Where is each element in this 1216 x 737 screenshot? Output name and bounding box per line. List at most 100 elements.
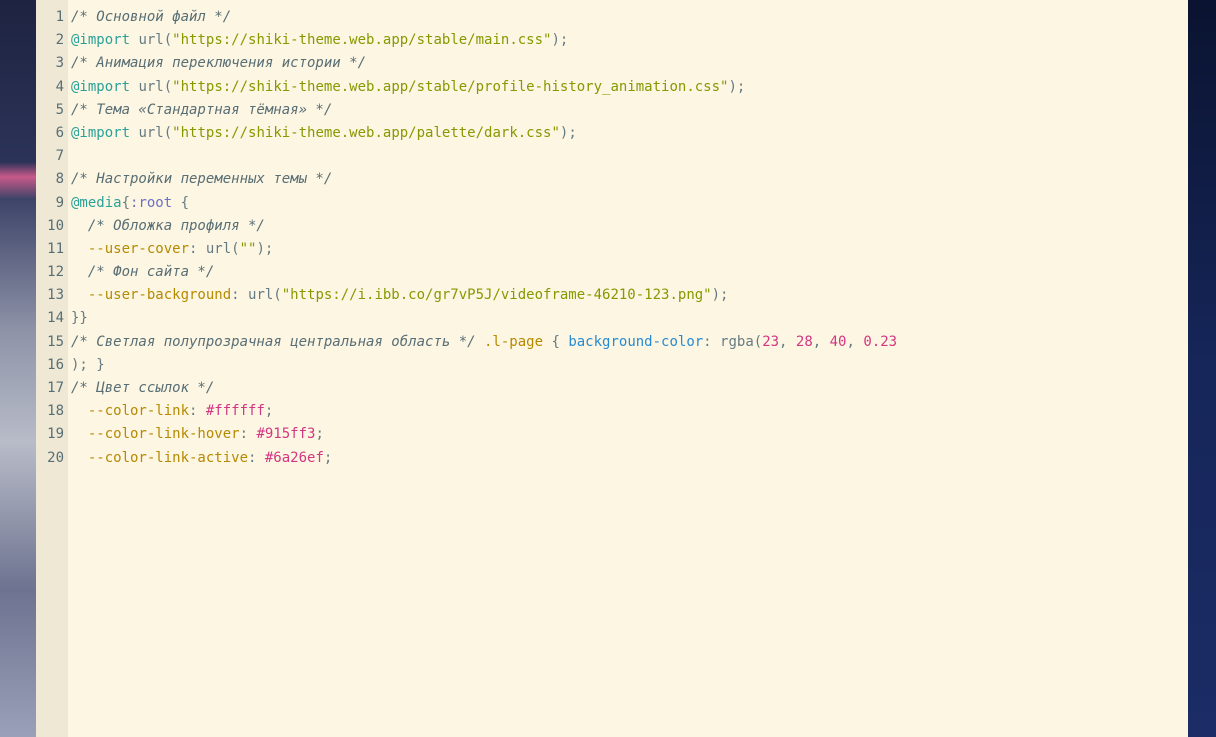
line-number: 18 (47, 403, 64, 420)
line-number: 5 (55, 101, 64, 118)
line-number: 12 (47, 264, 64, 281)
function: url( (248, 287, 282, 304)
css-variable: --color-link (87, 403, 190, 420)
code-line-6[interactable]: @import url("https://shiki-theme.web.app… (71, 122, 1188, 145)
punctuation: ); (711, 287, 729, 304)
line-number: 3 (55, 55, 64, 72)
code-line-2[interactable]: @import url("https://shiki-theme.web.app… (71, 29, 1188, 52)
number: 28 (795, 333, 813, 350)
line-number: 16 (47, 356, 64, 373)
at-rule: @import (71, 32, 131, 49)
punctuation: , (846, 333, 864, 350)
line-number: 17 (47, 380, 64, 396)
string: "https://shiki-theme.web.app/stable/prof… (172, 78, 729, 95)
punctuation: ; (323, 449, 333, 466)
css-variable: --user-background (87, 287, 232, 304)
function: url( (205, 240, 240, 257)
function: url( (130, 78, 173, 95)
punctuation: ); (551, 32, 569, 49)
selector: :root (130, 194, 173, 211)
code-line-16[interactable]: ); } (71, 354, 1188, 377)
number: 40 (829, 333, 847, 350)
punctuation: : (239, 426, 257, 443)
code-line-10[interactable]: /* Обложка профиля */ (71, 215, 1188, 238)
code-area[interactable]: /* Основной файл */ @import url("https:/… (68, 0, 1188, 737)
punctuation: : (703, 333, 721, 350)
hex-color: #6a26ef (264, 449, 324, 466)
line-number: 2 (55, 32, 64, 49)
code-line-12[interactable]: /* Фон сайта */ (71, 261, 1188, 284)
function: url( (130, 124, 173, 141)
code-line-18[interactable]: --color-link: #ffffff; (71, 400, 1188, 423)
property: background-color (568, 333, 704, 350)
code-line-13[interactable]: --user-background: url("https://i.ibb.co… (71, 284, 1188, 307)
line-number: 11 (47, 240, 64, 257)
punctuation: : (189, 403, 206, 420)
string: "https://shiki-theme.web.app/stable/main… (172, 32, 552, 49)
line-number: 1 (55, 9, 64, 25)
selector: .l-page (475, 333, 544, 350)
css-variable: --user-cover (87, 240, 190, 257)
punctuation: : (248, 449, 265, 466)
css-variable: --color-link-active (87, 449, 249, 466)
line-number: 6 (55, 124, 64, 141)
code-line-7[interactable] (71, 145, 1188, 168)
code-editor[interactable]: 1 2 3 4 5 6 7 8 9 10 11 12 13 14 15 16 1… (36, 0, 1188, 737)
code-line-20[interactable]: --color-link-active: #6a26ef; (71, 447, 1188, 470)
punctuation: ; (264, 403, 274, 420)
punctuation: : (231, 287, 249, 304)
punctuation: }} (71, 310, 88, 327)
line-number: 9 (55, 194, 64, 211)
at-rule: @import (71, 124, 131, 141)
background-left-strip (0, 0, 36, 737)
punctuation: ); (559, 124, 577, 141)
line-number: 19 (47, 426, 64, 443)
comment: /* Основной файл */ (71, 9, 232, 25)
background-right-strip (1188, 0, 1216, 737)
comment: /* Настройки переменных темы */ (71, 171, 333, 188)
comment: /* Цвет ссылок */ (71, 380, 215, 396)
comment: /* Тема «Стандартная тёмная» */ (71, 101, 333, 118)
code-line-15[interactable]: /* Светлая полупрозрачная центральная об… (71, 331, 1188, 354)
comment: /* Фон сайта */ (87, 264, 215, 281)
line-number: 10 (47, 217, 64, 234)
code-line-17[interactable]: /* Цвет ссылок */ (71, 377, 1188, 400)
line-number-gutter: 1 2 3 4 5 6 7 8 9 10 11 12 13 14 15 16 1… (36, 0, 68, 737)
line-number: 20 (47, 449, 64, 466)
string: "" (239, 240, 257, 257)
punctuation: : (189, 240, 206, 257)
number: 0.23 (863, 333, 898, 350)
at-rule: @media (71, 194, 122, 211)
at-rule: @import (71, 78, 131, 95)
hex-color: #ffffff (205, 403, 265, 420)
punctuation: { (121, 194, 131, 211)
css-variable: --color-link-hover (87, 426, 240, 443)
code-line-4[interactable]: @import url("https://shiki-theme.web.app… (71, 76, 1188, 99)
code-line-3[interactable]: /* Анимация переключения истории */ (71, 52, 1188, 75)
code-line-19[interactable]: --color-link-hover: #915ff3; (71, 423, 1188, 446)
code-line-9[interactable]: @media{:root { (71, 192, 1188, 215)
string: "https://i.ibb.co/gr7vP5J/videoframe-462… (281, 287, 712, 304)
string: "https://shiki-theme.web.app/palette/dar… (172, 124, 560, 141)
code-line-1[interactable]: /* Основной файл */ (71, 6, 1188, 29)
code-line-11[interactable]: --user-cover: url(""); (71, 238, 1188, 261)
function: url( (130, 32, 173, 49)
line-number: 15 (47, 333, 64, 350)
code-line-14[interactable]: }} (71, 307, 1188, 330)
comment: /* Светлая полупрозрачная центральная об… (71, 333, 476, 350)
function: rgba( (720, 333, 763, 350)
hex-color: #915ff3 (256, 426, 316, 443)
punctuation: { (172, 194, 190, 211)
punctuation: ); } (71, 356, 105, 373)
code-line-8[interactable]: /* Настройки переменных темы */ (71, 168, 1188, 191)
code-line-5[interactable]: /* Тема «Стандартная тёмная» */ (71, 99, 1188, 122)
line-number: 8 (55, 171, 64, 188)
comment: /* Анимация переключения истории */ (71, 55, 367, 72)
line-number: 7 (55, 148, 64, 165)
